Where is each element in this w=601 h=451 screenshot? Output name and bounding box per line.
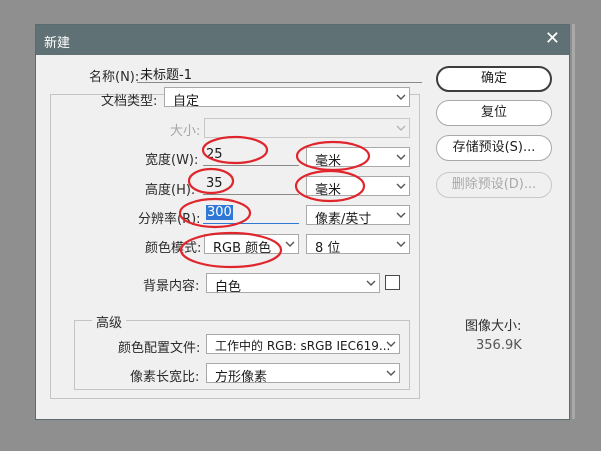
background-label: 背景内容: bbox=[143, 279, 200, 294]
chevron-down-icon bbox=[396, 210, 406, 220]
color-profile-label: 颜色配置文件: bbox=[118, 341, 201, 356]
chevron-down-icon bbox=[386, 339, 396, 349]
background-value: 白色 bbox=[215, 280, 242, 295]
height-value: 35 bbox=[206, 176, 223, 191]
color-mode-select[interactable]: RGB 颜色 bbox=[204, 234, 299, 256]
pixel-aspect-select[interactable]: 方形像素 bbox=[206, 363, 400, 385]
height-input[interactable]: 35 bbox=[203, 175, 299, 195]
resolution-unit-value: 像素/英寸 bbox=[315, 212, 372, 227]
image-size-value: 356.9K bbox=[476, 338, 522, 353]
preset-select[interactable]: 自定 bbox=[164, 87, 410, 109]
title-bar: 新建 ✕ bbox=[36, 25, 569, 55]
advanced-title: 高级 bbox=[92, 312, 127, 331]
pixel-aspect-value: 方形像素 bbox=[215, 370, 268, 385]
ok-button[interactable]: 确定 bbox=[436, 66, 552, 92]
width-value: 25 bbox=[206, 147, 223, 162]
new-document-dialog: 新建 ✕ 名称(N): 未标题-1 文档类型: 自定 大小: 宽度(W): 25… bbox=[35, 24, 570, 420]
chevron-down-icon bbox=[396, 239, 406, 249]
chevron-down-icon bbox=[396, 152, 406, 162]
chevron-down-icon bbox=[386, 368, 396, 378]
width-input[interactable]: 25 bbox=[203, 146, 299, 166]
name-value: 未标题-1 bbox=[140, 68, 192, 83]
dialog-title: 新建 bbox=[44, 36, 71, 51]
resolution-label: 分辨率(R): bbox=[138, 212, 201, 227]
pixel-aspect-label: 像素长宽比: bbox=[130, 370, 200, 385]
delete-preset-button: 删除预设(D)... bbox=[436, 172, 552, 198]
size-select bbox=[204, 118, 410, 138]
width-label: 宽度(W): bbox=[145, 153, 199, 168]
close-icon[interactable]: ✕ bbox=[545, 29, 560, 49]
width-unit-value: 毫米 bbox=[315, 154, 342, 169]
resolution-value: 300 bbox=[206, 205, 233, 220]
width-unit-select[interactable]: 毫米 bbox=[306, 147, 410, 169]
reset-button[interactable]: 复位 bbox=[436, 100, 552, 126]
name-label: 名称(N): bbox=[89, 70, 140, 85]
chevron-down-icon bbox=[396, 181, 406, 191]
preset-label: 文档类型: bbox=[101, 94, 158, 109]
height-unit-select[interactable]: 毫米 bbox=[306, 176, 410, 198]
height-label: 高度(H): bbox=[145, 183, 196, 198]
chevron-down-icon bbox=[396, 92, 406, 102]
size-label: 大小: bbox=[170, 124, 201, 139]
color-profile-select[interactable]: 工作中的 RGB: sRGB IEC619... bbox=[206, 334, 400, 354]
chevron-down-icon bbox=[396, 123, 406, 133]
background-select[interactable]: 白色 bbox=[206, 273, 380, 295]
color-profile-value: 工作中的 RGB: sRGB IEC619... bbox=[215, 339, 391, 353]
preset-value: 自定 bbox=[173, 94, 200, 109]
height-unit-value: 毫米 bbox=[315, 183, 342, 198]
color-mode-label: 颜色模式: bbox=[145, 241, 202, 256]
chevron-down-icon bbox=[366, 278, 376, 288]
image-size-label: 图像大小: bbox=[465, 319, 522, 334]
bit-depth-value: 8 位 bbox=[315, 241, 341, 256]
color-mode-value: RGB 颜色 bbox=[213, 241, 272, 256]
resolution-unit-select[interactable]: 像素/英寸 bbox=[306, 205, 410, 227]
bit-depth-select[interactable]: 8 位 bbox=[306, 234, 410, 256]
save-preset-button[interactable]: 存储预设(S)... bbox=[436, 135, 552, 161]
resolution-input[interactable]: 300 bbox=[203, 204, 299, 224]
background-color-swatch[interactable] bbox=[385, 275, 400, 290]
background-window-edge bbox=[572, 24, 575, 419]
chevron-down-icon bbox=[285, 239, 295, 249]
name-input[interactable]: 未标题-1 bbox=[137, 63, 422, 83]
